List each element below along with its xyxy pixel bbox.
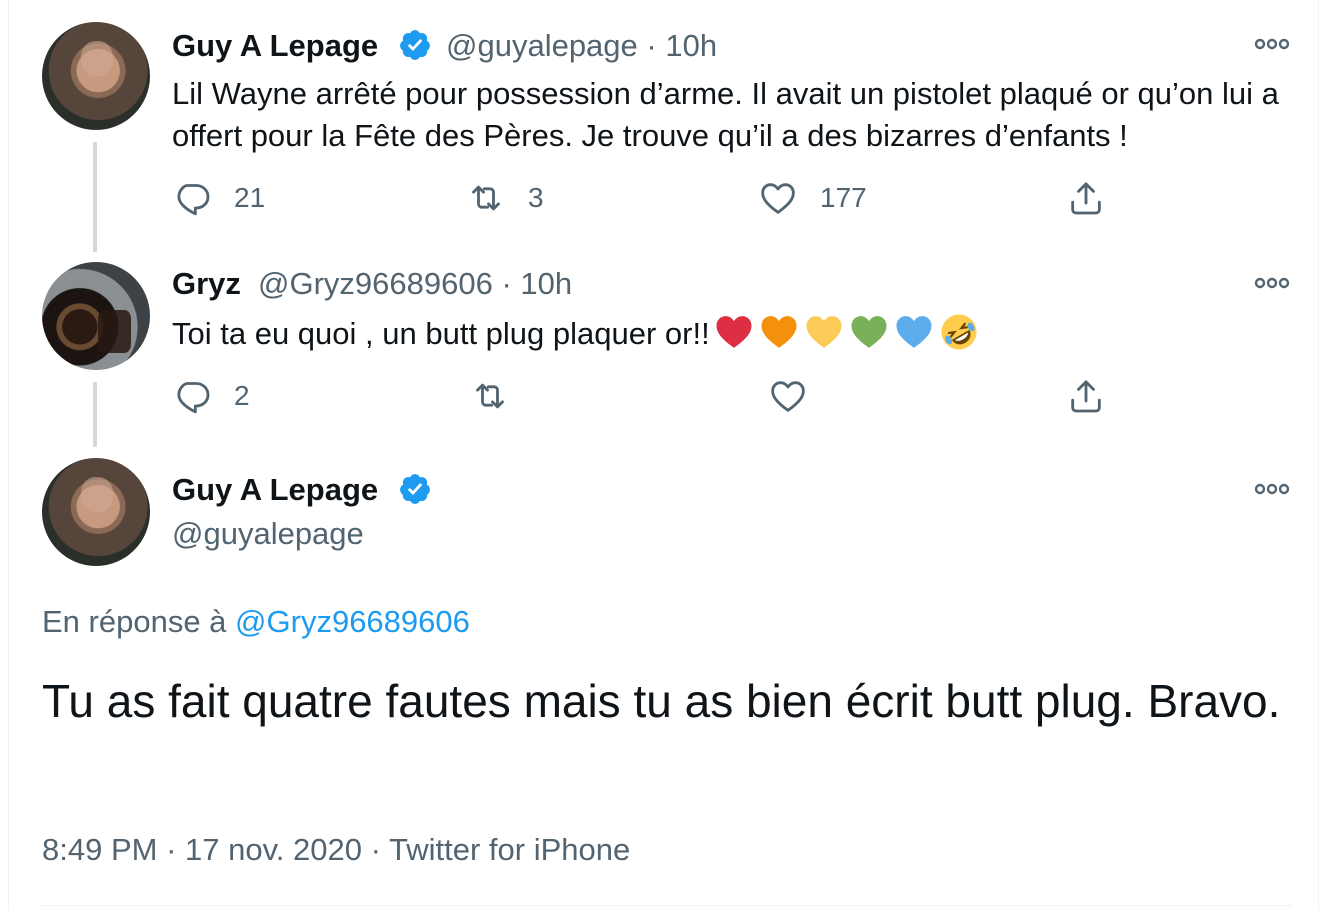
reply-icon: [177, 382, 210, 414]
verified-badge-icon: [400, 474, 430, 504]
thread-connector: [93, 382, 97, 447]
meta-separator: ·: [501, 266, 512, 301]
reply-count: 2: [234, 380, 250, 411]
tweet-meta: @guyalepage · 10h: [446, 28, 717, 64]
verified-badge-icon: [400, 30, 430, 60]
tweet-time[interactable]: 10h: [520, 266, 572, 301]
avatar-gryz[interactable]: [42, 262, 150, 370]
author-handle[interactable]: @guyalepage: [172, 516, 364, 552]
orange-heart-icon: [761, 316, 797, 348]
author-handle[interactable]: @guyalepage: [446, 28, 638, 63]
divider: [42, 905, 1292, 906]
green-heart-icon: [851, 316, 887, 348]
meta-separator: ·: [166, 832, 177, 867]
reply-mention-link[interactable]: @Gryz96689606: [235, 604, 470, 639]
retweet-icon: [472, 185, 500, 211]
tweet-time[interactable]: 8:49 PM: [42, 832, 157, 867]
avatar-guy[interactable]: [42, 458, 150, 566]
reply-prefix: En réponse à: [42, 604, 227, 639]
share-icon: [1071, 182, 1101, 215]
author-handle[interactable]: @Gryz96689606: [258, 266, 493, 301]
tweet-text: Toi ta eu quoi , un butt plug plaquer or…: [172, 316, 710, 351]
blue-heart-icon: [896, 316, 932, 348]
reply-context: En réponse à @Gryz96689606: [42, 604, 470, 640]
retweet-count: 3: [528, 182, 544, 213]
avatar-guy[interactable]: [42, 22, 150, 130]
reply-icon: [177, 184, 210, 216]
tweet-meta: @Gryz96689606 · 10h: [258, 266, 572, 302]
red-heart-icon: [716, 316, 752, 348]
share-icon: [1071, 380, 1101, 413]
tweet-source[interactable]: Twitter for iPhone: [389, 832, 630, 867]
more-options-icon[interactable]: [1252, 479, 1292, 499]
main-tweet-text: Tu as fait quatre fautes mais tu as bien…: [42, 675, 1281, 727]
retweet-button[interactable]: [470, 376, 510, 416]
more-options-icon[interactable]: [1252, 273, 1292, 293]
share-button[interactable]: [1066, 178, 1106, 218]
like-count: 177: [820, 182, 867, 213]
like-button[interactable]: [768, 376, 808, 416]
retweet-icon: [476, 383, 504, 409]
like-button[interactable]: 177: [758, 178, 867, 218]
reply-count: 21: [234, 182, 266, 213]
tweet-text: Lil Wayne arrêté pour possession d’arme.…: [172, 76, 1279, 153]
meta-separator: ·: [646, 28, 657, 63]
reply-button[interactable]: 21: [172, 178, 265, 218]
tweet-footer: 8:49 PM · 17 nov. 2020 · Twitter for iPh…: [42, 832, 630, 868]
rolling-laughing-face-icon: [941, 314, 977, 350]
meta-separator: ·: [370, 832, 381, 867]
retweet-button[interactable]: 3: [466, 178, 544, 218]
reply-button[interactable]: 2: [172, 376, 250, 416]
like-icon: [761, 183, 795, 214]
author-name[interactable]: Guy A Lepage: [172, 472, 378, 508]
author-name[interactable]: Gryz: [172, 266, 241, 302]
author-name[interactable]: Guy A Lepage: [172, 28, 378, 64]
share-button[interactable]: [1066, 376, 1106, 416]
thread-connector: [93, 142, 97, 252]
yellow-heart-icon: [806, 316, 842, 348]
more-options-icon[interactable]: [1252, 34, 1292, 54]
tweet-date[interactable]: 17 nov. 2020: [185, 832, 362, 867]
tweet-time[interactable]: 10h: [665, 28, 717, 63]
tweet-text-row: Toi ta eu quoi , un butt plug plaquer or…: [172, 312, 1272, 355]
like-icon: [771, 381, 805, 412]
